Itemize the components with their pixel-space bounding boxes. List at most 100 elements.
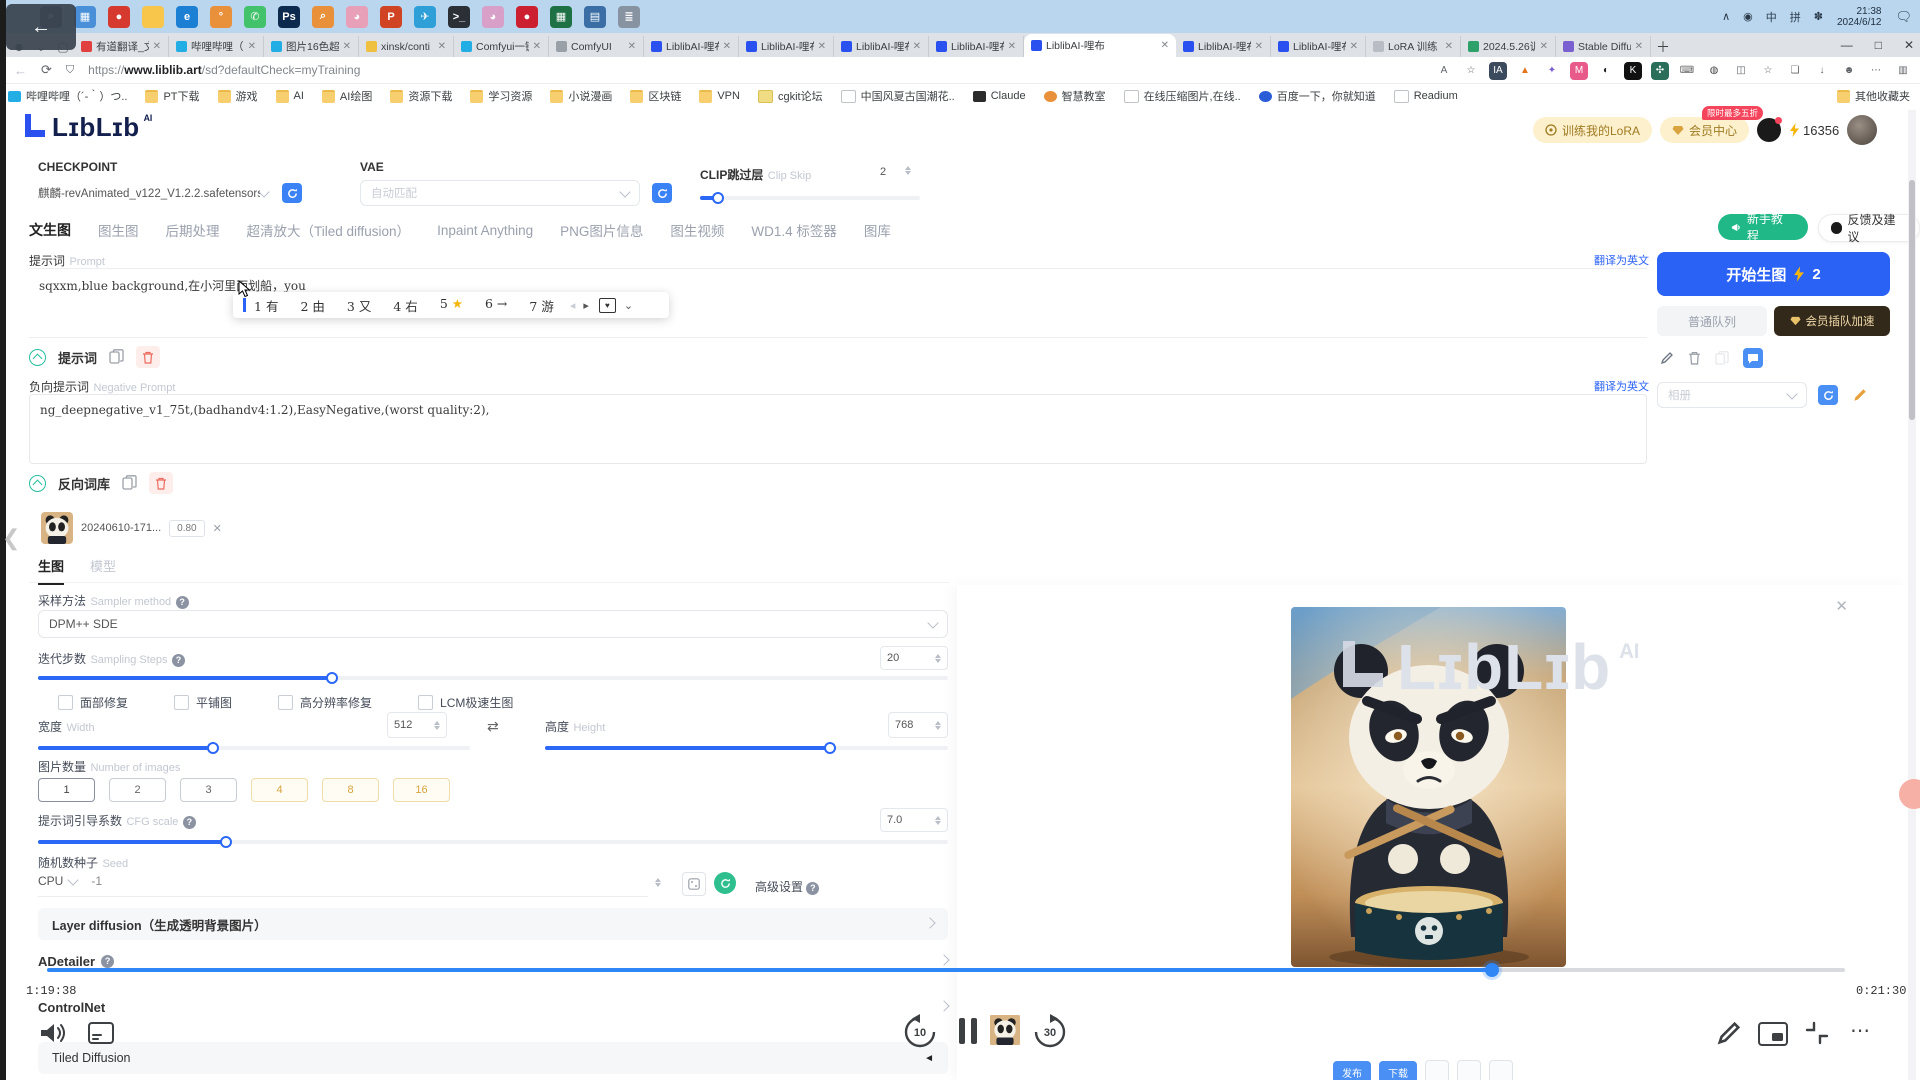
translate-to-english-link[interactable]: 翻译为英文 [1594,252,1649,268]
notification-icon[interactable]: 🗨 [1895,9,1912,25]
tab-generate[interactable]: 生图 [38,556,64,585]
bookmark-item[interactable]: 中国风夏古国潮花.. [841,88,955,104]
clip-skip-value[interactable]: 2 [880,166,886,178]
page-scrollbar[interactable] [1908,110,1916,1080]
taskbar-app-icon[interactable] [142,6,164,28]
bookmark-item[interactable]: 智慧教室 [1044,88,1106,104]
tab-close-icon[interactable]: ✕ [628,41,636,52]
ime-candidate[interactable]: 7 游 [529,296,553,315]
mode-tab[interactable]: 超清放大（Tiled diffusion） [247,220,411,240]
taskbar-app-icon[interactable]: ● [108,6,130,28]
ime-emoji-board-icon[interactable]: ♥ [599,298,616,313]
tab-close-icon[interactable]: ✕ [1635,41,1643,52]
vip-queue-button[interactable]: 会员插队加速 [1774,306,1890,336]
extension-icon[interactable]: ❏ [1786,62,1804,80]
ime-next-icon[interactable]: ▸ [583,299,589,312]
new-tab-button[interactable]: ＋ [1651,36,1675,57]
taskbar-app-icon[interactable]: Ps [278,6,300,28]
window-minimize-button[interactable]: — [1841,38,1853,52]
tab-close-icon[interactable]: ✕ [1161,40,1169,51]
count-button[interactable]: 8 [322,778,379,802]
taskbar-app-icon[interactable]: >_ [448,6,470,28]
tray-icon[interactable]: ∧ [1722,10,1730,23]
steps-input[interactable]: 20 [880,646,948,670]
mode-tab[interactable]: 图生图 [98,220,139,240]
clear-negative-button[interactable] [149,472,173,494]
player-progress-played[interactable] [47,968,1492,972]
taskbar-app-icon[interactable]: P [380,6,402,28]
bookmark-item[interactable]: Claude [973,90,1026,102]
mode-tab[interactable]: 文生图 [29,220,71,240]
reuse-seed-button[interactable] [714,872,736,894]
volume-icon[interactable] [38,1020,68,1046]
edit-icon[interactable] [1660,351,1674,365]
cfg-stepper[interactable] [935,816,941,825]
bookmark-item[interactable]: 区块链 [630,88,681,104]
ime-candidate[interactable]: 4 右 [393,296,417,315]
copy-icon[interactable] [122,475,137,491]
message-bell-icon[interactable] [1757,118,1781,142]
trash-icon[interactable] [1688,351,1701,365]
mode-tab[interactable]: 图生视频 [670,220,724,240]
site-security-icon[interactable]: ⛉ [66,64,74,77]
send-to-chat-button[interactable] [1743,348,1763,368]
extension-icon[interactable]: ☻ [1840,62,1858,80]
window-maximize-button[interactable]: □ [1875,38,1882,52]
steps-stepper[interactable] [935,654,941,663]
feature-checkbox[interactable]: 高分辨率修复 [278,694,372,711]
bookmark-item[interactable]: Readium [1394,90,1458,103]
mode-tab[interactable]: 后期处理 [166,220,220,240]
bookmark-item[interactable]: 在线压缩图片,在线.. [1124,88,1241,104]
collapse-chevron-icon[interactable] [29,475,46,492]
checkpoint-select[interactable]: 麒麟-revAnimated_v122_V1.2.2.safetensors [38,180,268,206]
lora-remove-icon[interactable]: ✕ [213,522,222,535]
taskbar-app-icon[interactable]: ✆ [244,6,266,28]
close-viewer-icon[interactable]: ✕ [1835,597,1848,615]
extension-icon[interactable]: ◫ [1732,62,1750,80]
mode-tab[interactable]: Inpaint Anything [437,223,533,238]
browser-tab[interactable]: LiblibAI-哩布 ✕ [1271,36,1366,57]
player-back-button[interactable]: ← [6,4,76,50]
browser-back-icon[interactable]: ← [14,63,27,78]
tab-close-icon[interactable]: ✕ [1008,41,1016,52]
browser-tab[interactable]: LiblibAI-哩布 ✕ [929,36,1024,57]
tab-close-icon[interactable]: ✕ [818,41,826,52]
taskbar-app-icon[interactable]: ● [516,6,538,28]
taskbar-app-icon[interactable]: ≣ [618,6,640,28]
tab-close-icon[interactable]: ✕ [913,41,921,52]
feature-checkbox[interactable]: LCM极速生图 [418,694,513,711]
taskbar-app-icon[interactable]: ° [210,6,232,28]
extension-icon[interactable]: ◐ [1597,62,1615,80]
taskbar-clock[interactable]: 21:382024/6/12 [1837,6,1882,28]
browser-tab[interactable]: LoRA 训练 ✕ [1366,36,1461,57]
ime-expand-icon[interactable]: ⌄ [624,299,633,312]
help-icon[interactable]: ? [183,816,196,829]
mode-tab[interactable]: PNG图片信息 [560,220,643,240]
browser-tab[interactable]: ComfyUI ✕ [549,36,644,57]
extension-icon[interactable]: ◍ [1705,62,1723,80]
tray-icon[interactable]: 拼 [1790,9,1801,25]
member-center-button[interactable]: 会员中心 限时最多五折 [1660,117,1749,143]
rename-album-icon[interactable] [1852,387,1868,403]
taskbar-app-icon[interactable]: ⌕ [312,6,334,28]
other-bookmarks-folder[interactable]: 其他收藏夹 [1837,84,1910,108]
panel-collapse-chevron[interactable]: ❮ [2,525,20,551]
normal-queue-button[interactable]: 普通队列 [1657,306,1767,336]
count-button[interactable]: 16 [393,778,450,802]
subtitle-panel-icon[interactable] [88,1022,114,1044]
ime-candidate[interactable]: 3 又 [347,296,371,315]
taskbar-app-icon[interactable]: ◕ [346,6,368,28]
browser-tab[interactable]: 哔哩哔哩（ ✕ [169,36,264,57]
pip-icon[interactable] [1758,1022,1788,1046]
tab-model[interactable]: 模型 [90,556,116,585]
bookmark-item[interactable]: 百度一下，你就知道 [1259,88,1376,104]
player-progress-remaining[interactable] [1492,968,1845,972]
browser-tab[interactable]: 2024.5.26训 ✕ [1461,36,1556,57]
extension-icon[interactable]: K [1624,62,1642,80]
checkpoint-refresh-button[interactable] [282,183,302,203]
tab-close-icon[interactable]: ✕ [343,41,351,52]
cfg-slider-knob[interactable] [220,836,232,848]
clear-prompt-button[interactable] [136,346,160,368]
copy-icon-disabled[interactable] [1715,351,1729,366]
ime-prev-icon[interactable]: ◂ [570,299,576,312]
